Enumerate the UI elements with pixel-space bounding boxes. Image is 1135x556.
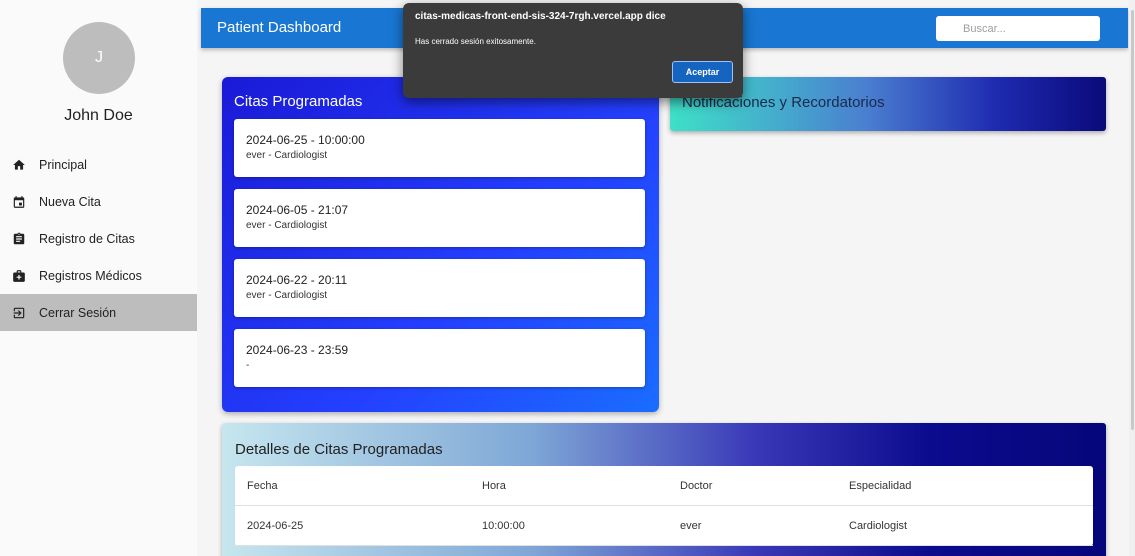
cita-datetime: 2024-06-23 - 23:59 — [246, 343, 349, 357]
cita-doctor: ever - Cardiologist — [246, 150, 328, 161]
sidebar: J John Doe Principal Nueva Cita Registro… — [0, 0, 197, 556]
sidebar-item-label: Registros Médicos — [39, 268, 142, 283]
dialog-message: Has cerrado sesión exitosamente. — [415, 37, 536, 46]
sidebar-item-label: Cerrar Sesión — [39, 305, 117, 320]
alert-dialog: citas-medicas-front-end-sis-324-7rgh.ver… — [403, 3, 743, 98]
cita-datetime: 2024-06-05 - 21:07 — [246, 203, 349, 217]
cita-item[interactable]: 2024-06-25 - 10:00:00 ever - Cardiologis… — [234, 119, 645, 177]
cell-fecha: 2024-06-25 — [247, 519, 304, 532]
column-header-hora: Hora — [482, 479, 506, 492]
search-input[interactable] — [936, 16, 1100, 41]
sidebar-item-principal[interactable]: Principal — [0, 146, 197, 183]
sidebar-item-cerrar-sesion[interactable]: Cerrar Sesión — [0, 294, 197, 331]
calendar-icon — [11, 194, 27, 210]
sidebar-item-label: Principal — [39, 157, 87, 172]
home-icon — [11, 157, 27, 173]
avatar: J — [63, 22, 135, 94]
column-header-fecha: Fecha — [247, 479, 278, 492]
cita-datetime: 2024-06-25 - 10:00:00 — [246, 133, 365, 147]
citas-table: Fecha Hora Doctor Especialidad 2024-06-2… — [235, 466, 1093, 546]
cell-doctor: ever — [680, 519, 702, 532]
cita-doctor: ever - Cardiologist — [246, 220, 328, 231]
cita-item[interactable]: 2024-06-05 - 21:07 ever - Cardiologist — [234, 189, 645, 247]
sidebar-menu: Principal Nueva Cita Registro de Citas R… — [0, 146, 197, 331]
citas-title: Citas Programadas — [234, 93, 363, 110]
medical-kit-icon — [11, 268, 27, 284]
sidebar-item-registros-medicos[interactable]: Registros Médicos — [0, 257, 197, 294]
dialog-title: citas-medicas-front-end-sis-324-7rgh.ver… — [415, 11, 666, 22]
sidebar-item-registro-citas[interactable]: Registro de Citas — [0, 220, 197, 257]
cita-datetime: 2024-06-22 - 20:11 — [246, 273, 348, 287]
avatar-initial: J — [95, 49, 103, 66]
user-name: John Doe — [64, 107, 133, 124]
page-title: Patient Dashboard — [217, 19, 342, 36]
cell-especialidad: Cardiologist — [849, 519, 908, 532]
cita-item[interactable]: 2024-06-23 - 23:59 - — [234, 329, 645, 387]
column-header-doctor: Doctor — [680, 479, 713, 492]
table-header-row: Fecha Hora Doctor Especialidad — [235, 466, 1093, 506]
detalles-title: Detalles de Citas Programadas — [235, 441, 443, 458]
sidebar-item-nueva-cita[interactable]: Nueva Cita — [0, 183, 197, 220]
clipboard-icon — [11, 231, 27, 247]
cell-hora: 10:00:00 — [482, 519, 525, 532]
sidebar-item-label: Nueva Cita — [39, 194, 101, 209]
cita-doctor: - — [246, 360, 250, 371]
detalles-citas-card: Detalles de Citas Programadas Fecha Hora… — [222, 423, 1106, 556]
table-row[interactable]: 2024-06-25 10:00:00 ever Cardiologist — [235, 506, 1093, 546]
column-header-especialidad: Especialidad — [849, 479, 912, 492]
accept-button[interactable]: Aceptar — [672, 61, 733, 83]
cita-doctor: ever - Cardiologist — [246, 290, 328, 301]
scrollbar-thumb[interactable] — [1131, 10, 1134, 430]
cita-item[interactable]: 2024-06-22 - 20:11 ever - Cardiologist — [234, 259, 645, 317]
sidebar-item-label: Registro de Citas — [39, 231, 135, 246]
logout-icon — [11, 305, 27, 321]
citas-programadas-card: Citas Programadas 2024-06-25 - 10:00:00 … — [222, 77, 659, 412]
